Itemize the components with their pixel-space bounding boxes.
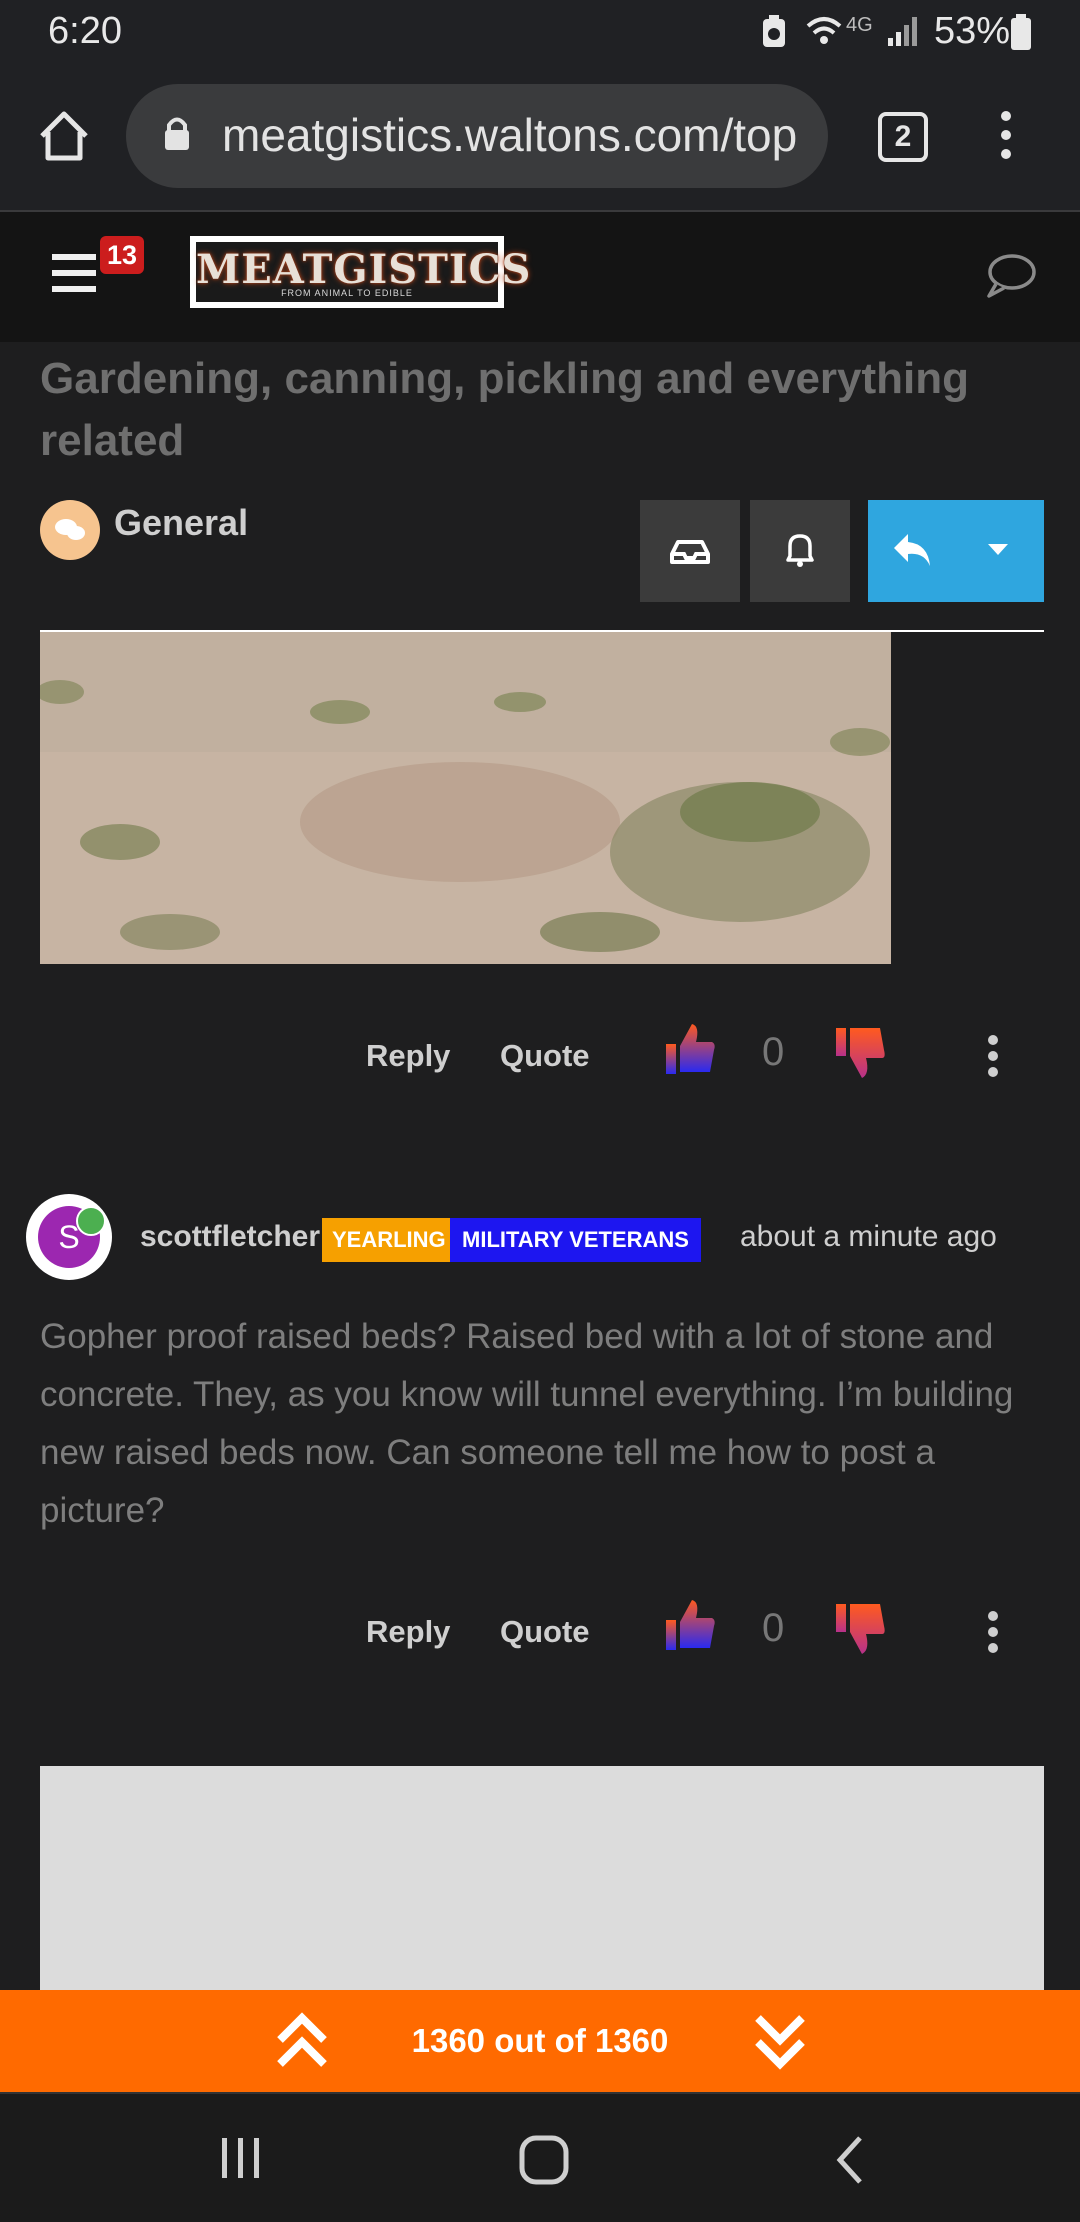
wifi-icon (806, 17, 842, 44)
quote-link[interactable]: Quote (500, 1614, 590, 1650)
post-menu-icon[interactable] (984, 1034, 1002, 1078)
tab-switcher-button[interactable]: 2 (878, 112, 928, 162)
status-bar: 6:20 4G 53% (0, 0, 1080, 66)
thumbs-up-icon[interactable] (664, 1022, 716, 1076)
browser-toolbar: meatgistics.waltons.com/top 2 (0, 66, 1080, 212)
url-bar[interactable]: meatgistics.waltons.com/top (126, 84, 828, 188)
inbox-icon (670, 540, 710, 564)
username[interactable]: scottfletcher (140, 1220, 320, 1254)
notify-button[interactable] (750, 500, 850, 602)
quote-link[interactable]: Quote (500, 1038, 590, 1074)
home-icon[interactable] (36, 108, 92, 164)
vote-count: 0 (762, 1030, 785, 1074)
back-nav-icon[interactable] (832, 2134, 868, 2186)
network-type: 4G (846, 14, 873, 36)
system-nav-bar (0, 2092, 1080, 2222)
logo-frame: MEATGISTICS FROM ANIMAL TO EDIBLE (196, 242, 532, 302)
home-nav-icon[interactable] (518, 2134, 570, 2186)
badge-military-veterans[interactable]: MILITARY VETERANS (450, 1218, 701, 1262)
battery-percent: 53% (934, 10, 1011, 52)
lock-icon (165, 117, 189, 150)
url-text: meatgistics.waltons.com/top (222, 109, 798, 161)
post-pager-bar: 1360 out of 1360 (0, 1990, 1080, 2092)
site-logo[interactable]: MEATGISTICS FROM ANIMAL TO EDIBLE (190, 236, 532, 308)
reply-link[interactable]: Reply (366, 1614, 450, 1650)
thumbs-down-icon[interactable] (834, 1026, 886, 1080)
online-status-indicator (76, 1206, 106, 1236)
notification-badge: 13 (100, 236, 144, 274)
post-menu-icon[interactable] (984, 1610, 1002, 1654)
logo-title: MEATGISTICS (196, 246, 532, 293)
category-link[interactable]: General (114, 502, 248, 544)
signal-icon (888, 17, 917, 46)
category-icon (40, 500, 100, 560)
overflow-menu-icon[interactable] (996, 110, 1016, 160)
thumbs-up-icon[interactable] (664, 1598, 716, 1652)
post-body: Gopher proof raised beds? Raised bed wit… (40, 1317, 1014, 1530)
chat-icon[interactable] (984, 250, 1038, 300)
recent-apps-icon[interactable] (218, 2136, 266, 2180)
site-header: 13 MEATGISTICS FROM ANIMAL TO EDIBLE (0, 212, 1080, 342)
status-time: 6:20 (48, 10, 122, 52)
recycle-icon (763, 15, 785, 47)
caret-down-icon[interactable] (986, 540, 1010, 560)
post-position[interactable]: 1360 out of 1360 (0, 1990, 1080, 2092)
reply-link[interactable]: Reply (366, 1038, 450, 1074)
next-post-placeholder (40, 1766, 1044, 2006)
battery-icon (1011, 14, 1031, 50)
thumbs-down-icon[interactable] (834, 1602, 886, 1656)
vote-count: 0 (762, 1606, 785, 1650)
watch-button[interactable] (640, 500, 740, 602)
post-image[interactable] (40, 632, 891, 964)
double-chevron-down-icon[interactable] (752, 2010, 808, 2072)
badge-yearling[interactable]: YEARLING (322, 1218, 456, 1262)
logo-tagline: FROM ANIMAL TO EDIBLE (281, 288, 413, 298)
topic-title: Gardening, canning, pickling and everyth… (40, 354, 970, 465)
post-timestamp[interactable]: about a minute ago (740, 1220, 997, 1254)
reply-topic-button[interactable] (868, 500, 1044, 602)
reply-arrow-icon (894, 534, 930, 566)
hamburger-menu-icon[interactable] (52, 252, 98, 294)
bell-icon (786, 534, 814, 567)
